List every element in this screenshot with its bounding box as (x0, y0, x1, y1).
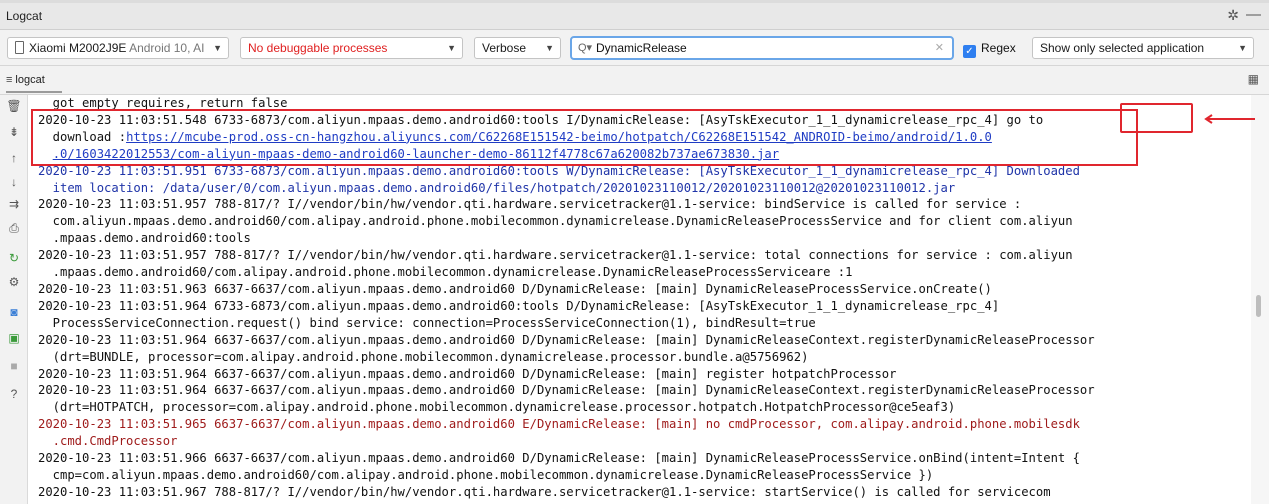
log-line-text: .mpaas.demo.android60/com.alipay.android… (38, 265, 853, 280)
log-line-text: cmp=com.aliyun.mpaas.demo.android60/com.… (38, 467, 934, 482)
red-arrow-annotation (1204, 114, 1255, 124)
device-name: Xiaomi M2002J9E (29, 41, 127, 55)
log-line: (drt=BUNDLE, processor=com.alipay.androi… (38, 349, 1095, 366)
log-line-text: item location: /data/user/0/com.aliyun.m… (38, 180, 956, 195)
screen-record-icon[interactable]: ▣ (0, 331, 28, 345)
log-line: 2020-10-23 11:03:51.964 6733-6873/com.al… (38, 298, 1095, 315)
log-line-text: 2020-10-23 11:03:51.963 6637-6637/com.al… (38, 281, 992, 296)
log-line-text: .cmd.CmdProcessor (38, 434, 178, 449)
log-line-text: 2020-10-23 11:03:51.957 788-817/? I//ven… (38, 248, 1073, 263)
filter-selector[interactable]: Show only selected application ▼ (1032, 37, 1254, 59)
log-line: 2020-10-23 11:03:51.964 6637-6637/com.al… (38, 332, 1095, 349)
log-line-text: 2020-10-23 11:03:51.964 6733-6873/com.al… (38, 298, 1000, 313)
checkbox-check-icon: ✓ (963, 45, 976, 58)
tab-bar: ≡ logcat ▦ (0, 66, 1269, 95)
search-input[interactable]: Q▾ DynamicRelease ✕ (570, 36, 954, 60)
layout-icon[interactable]: ▦ (1248, 72, 1259, 86)
log-line-text: 2020-10-23 11:03:51.964 6637-6637/com.al… (38, 383, 1095, 398)
gear-icon[interactable]: ✲ (1227, 7, 1239, 24)
stop-icon[interactable]: ■ (0, 359, 28, 373)
log-line-text: got empty requires, return false (38, 96, 288, 110)
log-line: 2020-10-23 11:03:51.957 788-817/? I//ven… (38, 196, 1095, 213)
tab-logcat[interactable]: ≡ logcat (6, 74, 62, 93)
highlight-box-goto (1120, 103, 1193, 133)
log-level-label: Verbose (482, 41, 527, 55)
phone-icon (15, 41, 24, 54)
device-detail: Android 10, AI (129, 41, 205, 55)
log-line: 2020-10-23 11:03:51.966 6637-6637/com.al… (38, 450, 1095, 467)
log-line-text: 2020-10-23 11:03:51.957 788-817/? I//ven… (38, 197, 1022, 212)
chevron-down-icon: ▼ (545, 43, 554, 53)
chevron-down-icon: ▼ (1238, 43, 1247, 53)
chevron-down-icon: ▼ (213, 43, 222, 53)
process-label: No debuggable processes (248, 41, 388, 55)
log-line: com.aliyun.mpaas.demo.android60/com.alip… (38, 213, 1095, 230)
log-line: 2020-10-23 11:03:51.965 6637-6637/com.al… (38, 416, 1095, 433)
log-line-text: (drt=HOTPATCH, processor=com.alipay.andr… (38, 400, 956, 415)
log-level-selector[interactable]: Verbose ▼ (474, 37, 561, 59)
log-line: 2020-10-23 11:03:51.964 6637-6637/com.al… (38, 366, 1095, 383)
regex-label: Regex (981, 41, 1016, 55)
soft-wrap-icon[interactable]: ⇉ (0, 197, 28, 211)
log-line: .cmd.CmdProcessor (38, 433, 1095, 450)
log-line: cmp=com.aliyun.mpaas.demo.android60/com.… (38, 467, 1095, 484)
print-icon[interactable]: ⎙ (0, 221, 28, 236)
log-line-text: (drt=BUNDLE, processor=com.alipay.androi… (38, 349, 809, 364)
trash-icon[interactable]: 🗑 (0, 99, 28, 113)
settings-icon[interactable]: ⚙ (0, 275, 28, 289)
minimize-icon[interactable]: — (1246, 6, 1261, 23)
help-icon[interactable]: ? (0, 387, 28, 401)
highlight-box-download (31, 109, 1138, 166)
restart-icon[interactable]: ↻ (0, 251, 28, 265)
scroll-end-icon[interactable]: ⇟ (0, 125, 28, 139)
log-line-text: ProcessServiceConnection.request() bind … (38, 315, 816, 330)
log-line-text: .mpaas.demo.android60:tools (38, 231, 251, 246)
window-title: Logcat (6, 9, 43, 23)
log-line: item location: /data/user/0/com.aliyun.m… (38, 180, 1095, 197)
vertical-scrollbar[interactable] (1251, 95, 1269, 504)
search-icon: Q▾ (578, 42, 593, 54)
scrollbar-thumb[interactable] (1256, 295, 1261, 317)
device-selector[interactable]: Xiaomi M2002J9E Android 10, AI ▼ (7, 37, 229, 59)
process-selector[interactable]: No debuggable processes ▼ (240, 37, 463, 59)
log-line: 2020-10-23 11:03:51.963 6637-6637/com.al… (38, 281, 1095, 298)
log-line-text: 2020-10-23 11:03:51.964 6637-6637/com.al… (38, 332, 1095, 347)
filter-label: Show only selected application (1040, 41, 1205, 55)
log-line-text: 2020-10-23 11:03:51.965 6637-6637/com.al… (38, 417, 1080, 432)
up-arrow-icon[interactable]: ↑ (0, 151, 28, 165)
clear-icon[interactable]: ✕ (935, 38, 944, 58)
title-bar: Logcat ✲ — (0, 3, 1269, 30)
log-line: .mpaas.demo.android60:tools (38, 230, 1095, 247)
log-line: 2020-10-23 11:03:51.957 788-817/? I//ven… (38, 247, 1095, 264)
search-value: DynamicRelease (596, 41, 687, 55)
log-line-text: com.aliyun.mpaas.demo.android60/com.alip… (38, 214, 1073, 229)
log-line-text: 2020-10-23 11:03:51.964 6637-6637/com.al… (38, 366, 897, 381)
screenshot-icon[interactable]: ◙ (0, 305, 28, 319)
log-line: (drt=HOTPATCH, processor=com.alipay.andr… (38, 399, 1095, 416)
list-icon: ≡ (6, 74, 13, 86)
regex-checkbox[interactable]: ✓ Regex (963, 41, 1016, 58)
log-line: 2020-10-23 11:03:51.967 788-817/? I//ven… (38, 484, 1095, 501)
log-line: 2020-10-23 11:03:51.964 6637-6637/com.al… (38, 382, 1095, 399)
logcat-toolbar: Xiaomi M2002J9E Android 10, AI ▼ No debu… (0, 30, 1269, 66)
log-line: .mpaas.demo.android60/com.alipay.android… (38, 264, 1095, 281)
log-line: ProcessServiceConnection.request() bind … (38, 315, 1095, 332)
logcat-sidebar: 🗑 ⇟ ↑ ↓ ⇉ ⎙ ↻ ⚙ ◙ ▣ ■ ? (0, 95, 28, 504)
log-line-text: 2020-10-23 11:03:51.967 788-817/? I//ven… (38, 484, 1051, 499)
tab-label: logcat (15, 74, 45, 86)
chevron-down-icon: ▼ (447, 43, 456, 53)
down-arrow-icon[interactable]: ↓ (0, 175, 28, 189)
log-line-text: 2020-10-23 11:03:51.966 6637-6637/com.al… (38, 451, 1080, 466)
